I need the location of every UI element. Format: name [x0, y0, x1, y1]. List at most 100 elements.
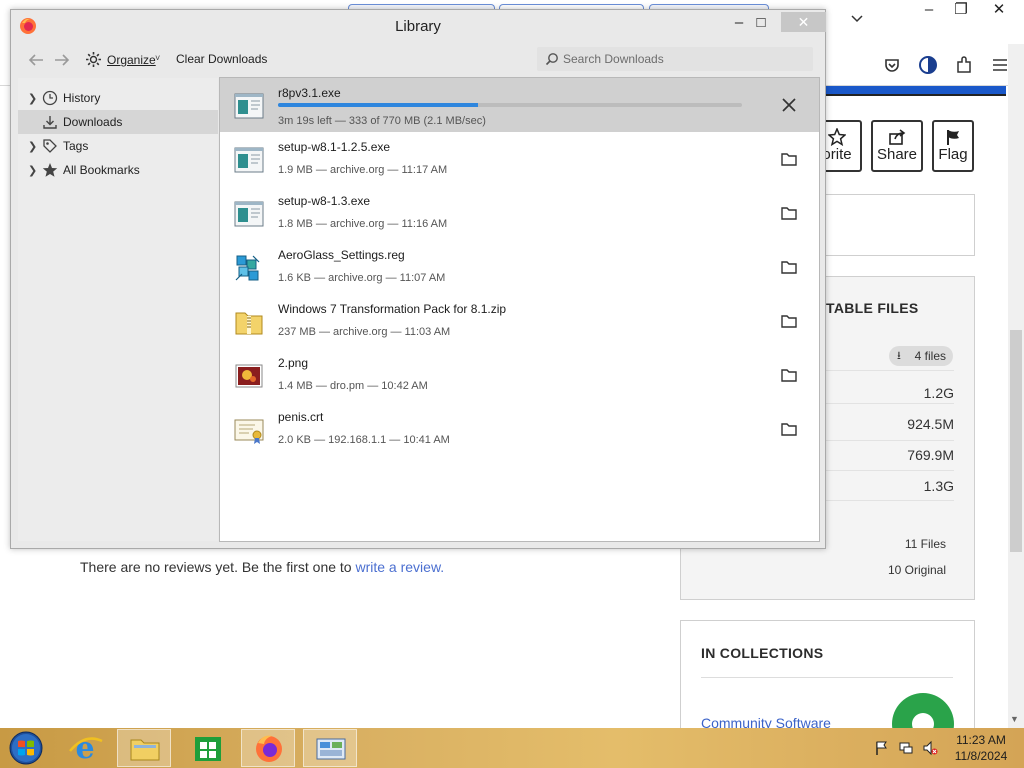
download-status: 3m 19s left — 333 of 770 MB (2.1 MB/sec)	[278, 115, 486, 127]
exe-icon	[234, 93, 264, 119]
library-close-button[interactable]: ✕	[781, 12, 826, 32]
sidebar-item-tags[interactable]: ❯ Tags	[18, 134, 218, 158]
download-filename: AeroGlass_Settings.reg	[278, 248, 405, 262]
download-item-active[interactable]: r8pv3.1.exe 3m 19s left — 333 of 770 MB …	[220, 78, 819, 132]
folder-icon[interactable]	[780, 366, 798, 384]
library-titlebar[interactable]: Library – □ ✕	[11, 10, 826, 42]
control-panel-icon	[316, 738, 346, 760]
sidebar-item-label: Tags	[63, 139, 89, 153]
download-item[interactable]: setup-w8.1-1.2.5.exe 1.9 MB — archive.or…	[220, 132, 819, 186]
files-count-badge[interactable]: ⭳ 4 files	[889, 346, 953, 366]
download-progress-fill	[278, 103, 478, 107]
search-downloads-box[interactable]	[537, 47, 813, 71]
flag-button[interactable]: Flag	[932, 120, 974, 172]
forward-arrow-icon[interactable]	[53, 52, 71, 68]
background-panel	[812, 194, 975, 256]
page-header-line	[826, 94, 1006, 96]
start-button-icon[interactable]	[6, 729, 46, 767]
folder-icon[interactable]	[780, 258, 798, 276]
download-filename: 2.png	[278, 356, 309, 370]
file-count[interactable]: 11 Files	[890, 537, 946, 551]
internet-explorer-icon[interactable]: e	[58, 729, 112, 767]
download-item[interactable]: AeroGlass_Settings.reg 1.6 KB — archive.…	[220, 240, 819, 294]
folder-icon[interactable]	[780, 312, 798, 330]
browser-minimize-icon[interactable]: –	[914, 0, 944, 22]
download-status: 2.0 KB — 192.168.1.1 — 10:41 AM	[278, 434, 450, 446]
download-status: 1.9 MB — archive.org — 11:17 AM	[278, 164, 448, 176]
download-item[interactable]: 2.png 1.4 MB — dro.pm — 10:42 AM	[220, 348, 819, 402]
collections-divider	[701, 677, 953, 678]
minimize-icon[interactable]: –	[727, 14, 751, 34]
volume-muted-icon[interactable]	[922, 740, 938, 756]
tag-icon	[43, 139, 57, 153]
download-status: 1.8 MB — archive.org — 11:16 AM	[278, 218, 448, 230]
reviews-text: There are no reviews yet. Be the first o…	[80, 559, 356, 575]
download-item[interactable]: setup-w8-1.3.exe 1.8 MB — archive.org — …	[220, 186, 819, 240]
sidebar-item-downloads[interactable]: Downloads	[18, 110, 218, 134]
folder-icon[interactable]	[780, 150, 798, 168]
firefox-taskbar-button[interactable]	[241, 729, 295, 767]
privacy-shield-icon[interactable]	[917, 54, 939, 76]
file-explorer-icon	[130, 739, 160, 761]
reviews-message: There are no reviews yet. Be the first o…	[80, 559, 444, 575]
sidebar-item-history[interactable]: ❯ History	[18, 86, 218, 110]
file-size[interactable]: 1.2G	[924, 385, 954, 401]
expand-arrow-icon[interactable]: ❯	[28, 140, 37, 153]
clock-icon	[42, 90, 58, 106]
file-explorer-button[interactable]	[117, 729, 171, 767]
action-center-flag-icon[interactable]	[874, 740, 890, 756]
extensions-icon[interactable]	[953, 54, 975, 76]
page-scrollbar-thumb[interactable]	[1010, 330, 1022, 552]
download-item[interactable]: Windows 7 Transformation Pack for 8.1.zi…	[220, 294, 819, 348]
sidebar-item-label: All Bookmarks	[63, 163, 140, 177]
registry-icon	[235, 255, 260, 281]
original-count[interactable]: 10 Original	[870, 563, 946, 577]
folder-icon[interactable]	[780, 420, 798, 438]
clear-downloads-button[interactable]: Clear Downloads	[176, 52, 267, 66]
download-status: 1.4 MB — dro.pm — 10:42 AM	[278, 380, 428, 392]
back-arrow-icon[interactable]	[27, 52, 45, 68]
share-icon	[889, 129, 906, 145]
page-header-bar	[826, 86, 1006, 94]
flag-icon	[947, 130, 959, 145]
share-button[interactable]: Share	[871, 120, 923, 172]
sidebar-item-all-bookmarks[interactable]: ❯ All Bookmarks	[18, 158, 218, 182]
library-sidebar: ❯ History Downloads ❯ Tags ❯ All Bookmar…	[18, 78, 218, 541]
store-icon[interactable]	[181, 729, 235, 767]
file-size[interactable]: 924.5M	[907, 416, 954, 432]
cancel-icon[interactable]	[782, 98, 796, 112]
clock-date: 11/8/2024	[954, 749, 1008, 763]
clock-time: 11:23 AM	[956, 733, 1006, 747]
files-badge-label: 4 files	[914, 349, 946, 363]
file-size[interactable]: 769.9M	[907, 447, 954, 463]
organize-label: Organize	[107, 53, 156, 67]
expand-arrow-icon[interactable]: ❯	[28, 92, 37, 105]
download-filename: setup-w8-1.3.exe	[278, 194, 371, 208]
tab-list-chevron-icon[interactable]	[850, 12, 864, 26]
chevron-down-icon: ˅	[155, 53, 161, 63]
download-item[interactable]: penis.crt 2.0 KB — 192.168.1.1 — 10:41 A…	[220, 402, 819, 456]
exe-icon	[234, 201, 264, 227]
sidebar-item-label: History	[63, 91, 101, 105]
sidebar-item-label: Downloads	[63, 115, 123, 129]
system-clock[interactable]: 11:23 AM 11/8/2024	[946, 732, 1016, 764]
expand-arrow-icon[interactable]: ❯	[28, 164, 37, 177]
browser-close-icon[interactable]: ✕	[984, 0, 1014, 22]
search-downloads-input[interactable]	[563, 50, 803, 68]
write-review-link[interactable]: write a review.	[355, 559, 444, 575]
folder-icon[interactable]	[780, 204, 798, 222]
file-size[interactable]: 1.3G	[924, 478, 954, 494]
share-label: Share	[876, 146, 918, 163]
pocket-icon[interactable]	[881, 54, 903, 76]
download-status: 1.6 KB — archive.org — 11:07 AM	[278, 272, 446, 284]
maximize-icon[interactable]: □	[749, 14, 773, 34]
image-icon	[235, 364, 263, 388]
scroll-down-icon[interactable]: ▼	[1010, 714, 1019, 724]
browser-restore-icon[interactable]: ❐	[946, 0, 976, 22]
star-icon	[42, 163, 58, 177]
network-icon[interactable]	[898, 740, 914, 756]
download-icon: ⭳	[897, 350, 901, 362]
control-panel-taskbar-button[interactable]	[303, 729, 357, 767]
star-icon	[828, 128, 846, 146]
download-filename: penis.crt	[278, 410, 324, 424]
